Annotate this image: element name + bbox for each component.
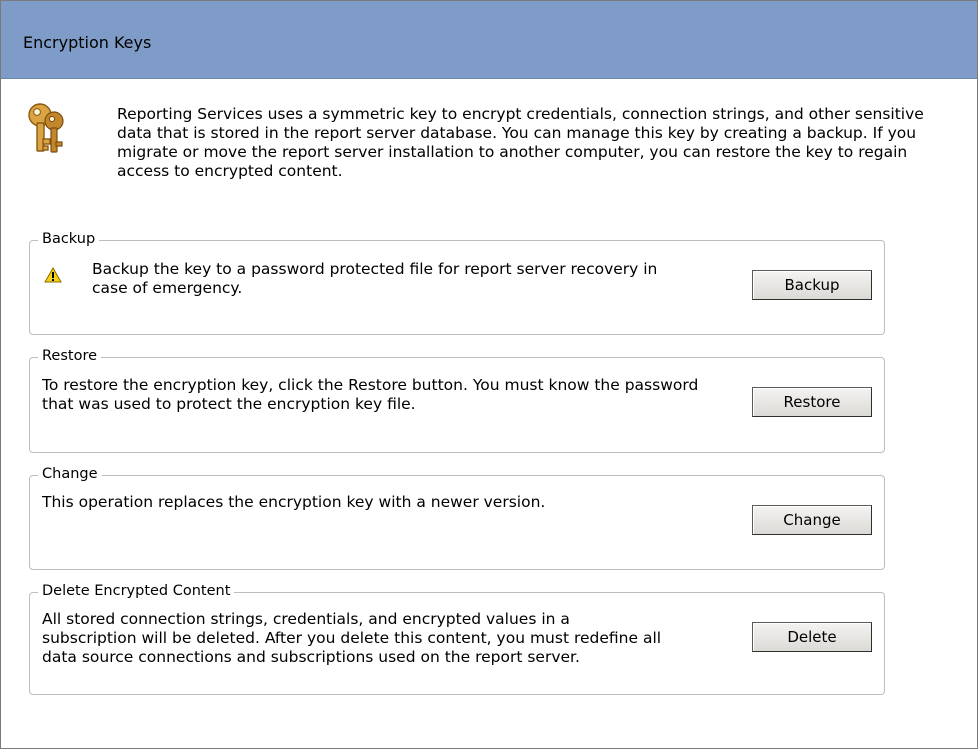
- change-legend: Change: [38, 465, 102, 483]
- delete-description: All stored connection strings, credentia…: [42, 610, 662, 666]
- delete-button[interactable]: Delete: [752, 622, 872, 652]
- backup-description: Backup the key to a password protected f…: [92, 260, 658, 297]
- restore-button[interactable]: Restore: [752, 387, 872, 417]
- restore-group: Restore To restore the encryption key, c…: [29, 347, 885, 453]
- change-button[interactable]: Change: [752, 505, 872, 535]
- delete-group: Delete Encrypted Content All stored conn…: [29, 582, 885, 695]
- backup-legend: Backup: [38, 230, 100, 248]
- encryption-keys-page: Encryption Keys Reporting Services uses …: [0, 0, 978, 749]
- warning-icon: [44, 267, 62, 283]
- delete-legend: Delete Encrypted Content: [38, 582, 235, 600]
- backup-button[interactable]: Backup: [752, 270, 872, 300]
- change-group: Change This operation replaces the encry…: [29, 465, 885, 570]
- change-description: This operation replaces the encryption k…: [42, 493, 546, 511]
- intro-description: Reporting Services uses a symmetric key …: [117, 105, 924, 180]
- restore-legend: Restore: [38, 347, 102, 365]
- keys-icon: [28, 103, 64, 153]
- restore-description: To restore the encryption key, click the…: [42, 376, 699, 413]
- page-title: Encryption Keys: [23, 33, 152, 52]
- backup-group: Backup Backup the key to a password prot…: [29, 230, 885, 335]
- page-header: Encryption Keys: [1, 1, 977, 79]
